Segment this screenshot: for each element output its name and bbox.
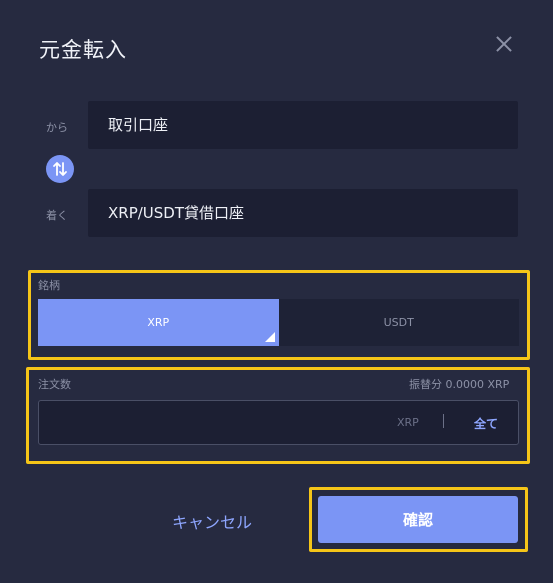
quantity-unit: XRP — [397, 416, 419, 429]
selected-corner-icon — [264, 332, 275, 342]
swap-vertical-icon[interactable] — [46, 155, 74, 183]
currency-option-xrp[interactable]: XRP — [38, 299, 279, 346]
transfer-dialog: 元金転入 から 取引口座 着く XRP/USDT貸借口座 銘柄 XRP USDT… — [0, 0, 553, 583]
to-label: 着く — [46, 209, 68, 222]
quantity-input[interactable] — [38, 400, 519, 445]
confirm-button[interactable]: 確認 — [318, 496, 518, 543]
cancel-button[interactable]: キャンセル — [172, 509, 252, 533]
from-account-select[interactable]: 取引口座 — [88, 101, 518, 149]
currency-option-usdt[interactable]: USDT — [279, 299, 520, 346]
currency-option-label: XRP — [147, 316, 170, 329]
currency-option-label: USDT — [383, 316, 414, 329]
to-account-select[interactable]: XRP/USDT貸借口座 — [88, 189, 518, 237]
from-label: から — [46, 121, 68, 134]
dialog-title: 元金転入 — [39, 38, 127, 62]
close-icon[interactable] — [493, 33, 515, 55]
max-all-button[interactable]: 全て — [474, 415, 498, 432]
transferable-amount: 振替分 0.0000 XRP — [409, 378, 510, 391]
currency-segmented-control: XRP USDT — [38, 299, 519, 346]
quantity-label: 注文数 — [38, 378, 71, 391]
quantity-divider — [443, 414, 444, 428]
currency-label: 銘柄 — [38, 279, 60, 292]
